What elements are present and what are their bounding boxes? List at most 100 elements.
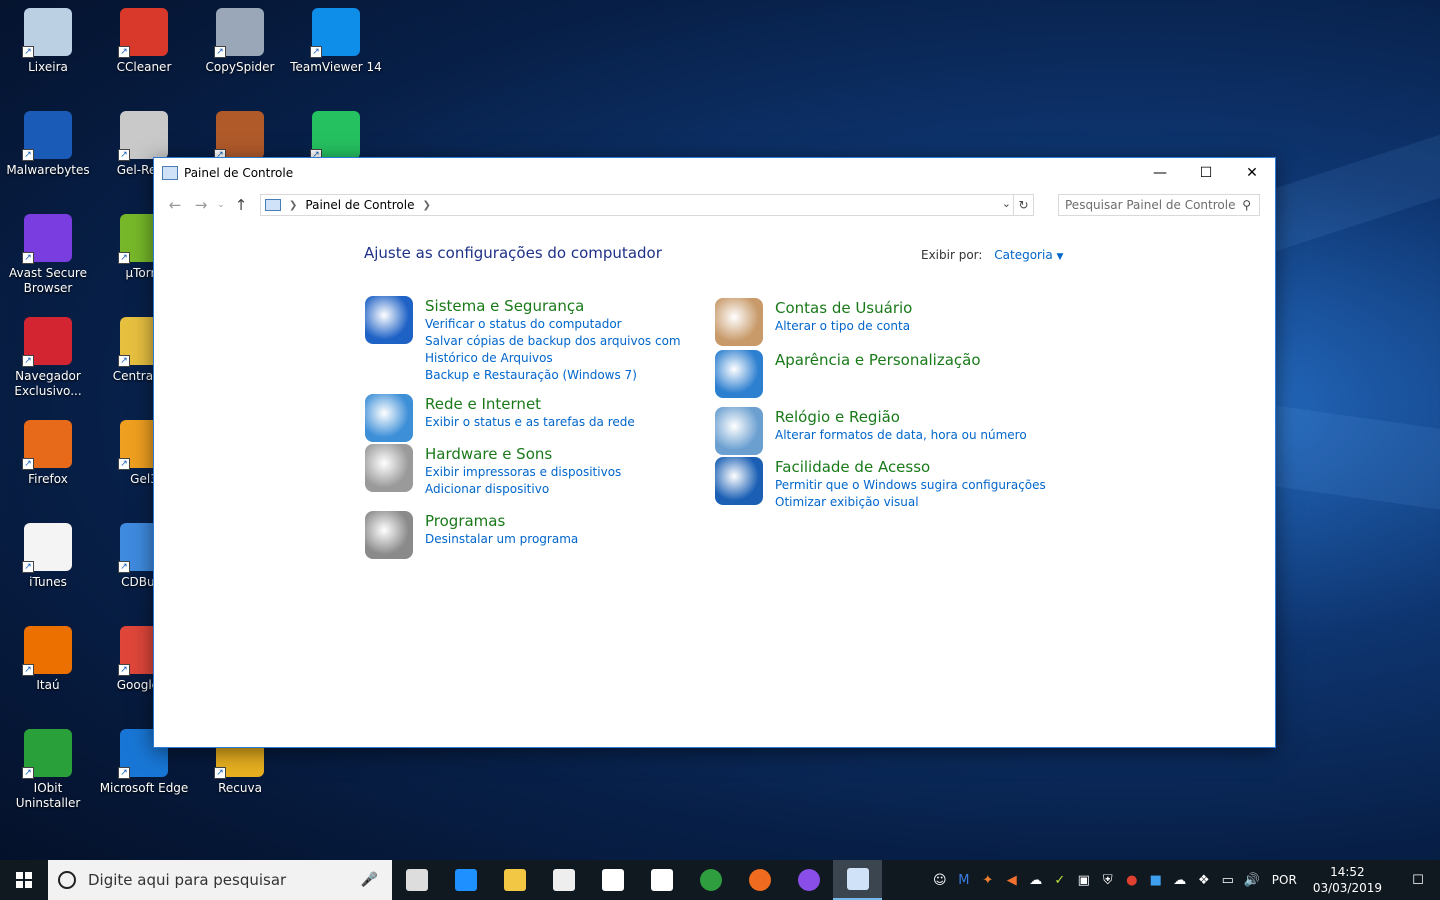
desktop-icon[interactable]: ↗ Avast Secure Browser xyxy=(0,214,96,296)
category-link[interactable]: Alterar o tipo de conta xyxy=(775,318,1065,335)
desktop-icon[interactable]: ↗ Itaú xyxy=(0,626,96,693)
app-icon: ↗ xyxy=(22,523,72,573)
refresh-icon[interactable]: ↻ xyxy=(1013,195,1033,215)
category-link[interactable]: Permitir que o Windows sugira configuraç… xyxy=(775,477,1065,494)
taskbar-task-view-button[interactable] xyxy=(392,860,441,900)
close-button[interactable]: ✕ xyxy=(1229,158,1275,188)
shield-tray-icon[interactable]: ⛨ xyxy=(1096,873,1120,888)
desktop-icon[interactable]: ↗ TeamViewer 14 xyxy=(288,8,384,75)
category-link[interactable]: Exibir impressoras e dispositivos xyxy=(425,464,715,481)
category-icon[interactable] xyxy=(365,296,413,344)
taskbar-document-button[interactable] xyxy=(637,860,686,900)
minimize-button[interactable]: — xyxy=(1137,158,1183,188)
cloud-upload-icon[interactable]: ☁ xyxy=(1024,873,1048,888)
shortcut-arrow-icon: ↗ xyxy=(22,355,34,367)
category-icon[interactable] xyxy=(365,444,413,492)
desktop-icon[interactable]: ↗ CCleaner xyxy=(96,8,192,75)
taskbar-control-panel-button[interactable] xyxy=(833,860,882,900)
desktop-icon[interactable]: ↗ xyxy=(288,111,384,163)
up-arrow-icon[interactable]: ↑ xyxy=(228,196,254,214)
forward-arrow-icon[interactable]: → xyxy=(188,196,214,214)
view-by-label: Exibir por: xyxy=(921,248,983,262)
desktop-icon[interactable]: ↗ IObit Uninstaller xyxy=(0,729,96,811)
clock[interactable]: 14:52 03/03/2019 xyxy=(1313,864,1382,896)
avast-tray-icon[interactable]: ◀ xyxy=(1000,873,1024,888)
microphone-icon[interactable]: 🎤 xyxy=(361,872,378,888)
search-icon[interactable]: ⚲ xyxy=(1242,195,1251,215)
ccleaner-tray-icon[interactable]: ● xyxy=(1120,873,1144,888)
category-left: Sistema e Segurança Verificar o status do… xyxy=(365,296,715,384)
notifications-icon[interactable]: ☐ xyxy=(1396,873,1440,888)
category-link[interactable]: Desinstalar um programa xyxy=(425,531,715,548)
view-by-dropdown[interactable]: Categoria ▼ xyxy=(994,248,1063,262)
category-icon[interactable] xyxy=(365,511,413,559)
tray-app-icon[interactable]: ■ xyxy=(1144,873,1168,888)
desktop-icon[interactable]: ↗ Firefox xyxy=(0,420,96,487)
taskbar-file-explorer-button[interactable] xyxy=(490,860,539,900)
maximize-button[interactable]: ☐ xyxy=(1183,158,1229,188)
category-title[interactable]: Rede e Internet xyxy=(425,394,715,414)
desktop-icon-label: Firefox xyxy=(28,472,68,486)
desktop-icon[interactable]: ↗ iTunes xyxy=(0,523,96,590)
search-input[interactable]: Pesquisar Painel de Controle ⚲ xyxy=(1058,194,1260,216)
breadcrumb-control-panel[interactable]: Painel de Controle xyxy=(305,198,414,212)
network-icon[interactable]: ▭ xyxy=(1216,873,1240,888)
category-title[interactable]: Contas de Usuário xyxy=(775,298,1065,318)
category-link[interactable]: Otimizar exibição visual xyxy=(775,494,1065,511)
recent-chevron-icon[interactable]: ⌄ xyxy=(214,200,228,210)
category-link[interactable]: Verificar o status do computador xyxy=(425,316,715,333)
desktop-icon[interactable]: ↗ Navegador Exclusivo... xyxy=(0,317,96,399)
category-link[interactable]: Alterar formatos de data, hora ou número xyxy=(775,427,1065,444)
taskbar-mail-button[interactable] xyxy=(588,860,637,900)
address-bar[interactable]: ❯ Painel de Controle ❯ ⌄ ↻ xyxy=(260,194,1034,216)
desktop-icon-label: Recuva xyxy=(218,781,262,795)
breadcrumb-chevron-icon[interactable]: ❯ xyxy=(289,200,297,211)
desktop-icon[interactable]: ↗ CopySpider xyxy=(192,8,288,75)
language-indicator[interactable]: POR xyxy=(1272,873,1297,887)
category-title[interactable]: Programas xyxy=(425,511,715,531)
tray-app-icon[interactable]: ✓ xyxy=(1048,873,1072,888)
desktop-icon[interactable]: ↗ Lixeira xyxy=(0,8,96,75)
category-title[interactable]: Facilidade de Acesso xyxy=(775,457,1065,477)
tray-app-icon[interactable]: ✦ xyxy=(976,873,1000,888)
onedrive-icon[interactable]: ☁ xyxy=(1168,873,1192,888)
category-icon[interactable] xyxy=(715,407,763,455)
category-icon[interactable] xyxy=(715,350,763,398)
taskbar-firefox-button[interactable] xyxy=(735,860,784,900)
title-bar[interactable]: Painel de Controle xyxy=(154,158,1275,188)
tray-app-icon[interactable]: ▣ xyxy=(1072,873,1096,888)
category-icon[interactable] xyxy=(715,298,763,346)
desktop-icon[interactable]: ↗ Malwarebytes xyxy=(0,111,96,178)
category-title[interactable]: Relógio e Região xyxy=(775,407,1065,427)
category-icon[interactable] xyxy=(715,457,763,505)
dropbox-icon[interactable]: ❖ xyxy=(1192,873,1216,888)
volume-icon[interactable]: 🔊 xyxy=(1240,873,1264,888)
start-button[interactable] xyxy=(0,860,48,900)
taskbar-search-input[interactable]: Digite aqui para pesquisar 🎤 xyxy=(48,860,392,900)
desktop-icon-label: CCleaner xyxy=(116,60,172,74)
category-link[interactable]: Adicionar dispositivo xyxy=(425,481,715,498)
desktop-icon-label: CopySpider xyxy=(205,60,275,74)
category-link[interactable]: Backup e Restauração (Windows 7) xyxy=(425,367,715,384)
shortcut-arrow-icon: ↗ xyxy=(118,664,130,676)
category-link[interactable]: Exibir o status e as tarefas da rede xyxy=(425,414,715,431)
category-title[interactable]: Aparência e Personalização xyxy=(775,350,1065,370)
taskbar-chrome-button[interactable] xyxy=(686,860,735,900)
shortcut-arrow-icon: ↗ xyxy=(22,46,34,58)
breadcrumb-chevron-icon[interactable]: ❯ xyxy=(423,200,431,211)
taskbar-edge-button[interactable] xyxy=(441,860,490,900)
desktop-icon[interactable]: ↗ xyxy=(192,111,288,163)
taskbar-avast-browser-button[interactable] xyxy=(784,860,833,900)
control-panel-icon xyxy=(846,868,869,890)
people-icon[interactable]: ☺ xyxy=(928,873,952,888)
desktop-icon-label: Microsoft Edge xyxy=(99,781,189,795)
malwarebytes-tray-icon[interactable]: M xyxy=(952,873,976,888)
address-dropdown-icon[interactable]: ⌄ xyxy=(1002,197,1011,210)
category-title[interactable]: Hardware e Sons xyxy=(425,444,715,464)
category-icon[interactable] xyxy=(365,394,413,442)
taskbar-store-button[interactable] xyxy=(539,860,588,900)
back-arrow-icon[interactable]: ← xyxy=(162,196,188,214)
category-title[interactable]: Sistema e Segurança xyxy=(425,296,715,316)
category-link[interactable]: Salvar cópias de backup dos arquivos com… xyxy=(425,333,715,367)
app-icon: ↗ xyxy=(118,111,168,161)
